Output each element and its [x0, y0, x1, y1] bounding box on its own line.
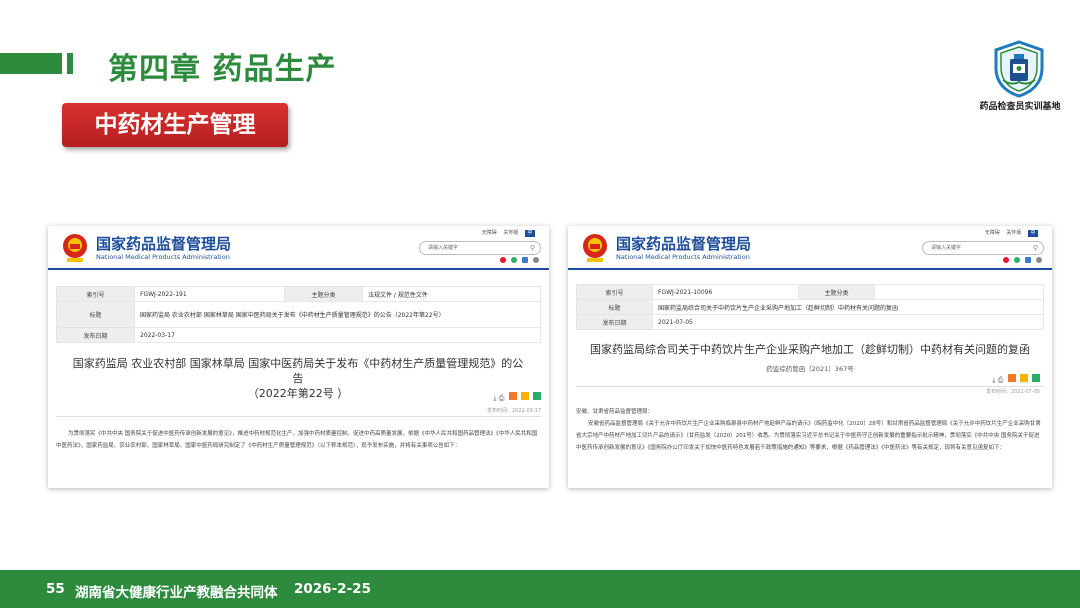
download-icon[interactable]: ⤓ — [493, 394, 496, 402]
wechat-icon[interactable] — [511, 257, 518, 263]
category-value: 法规文件 / 规范性文件 — [362, 286, 541, 302]
footer-org-name: 湖南省大健康行业产教融合共同体 — [75, 585, 278, 601]
category-label: 主题分类 — [284, 286, 363, 302]
document-meta-table: 索引号 FGWJ-2021-10096 主题分类 标题 国家药监局综合司关于中药… — [576, 284, 1044, 330]
share-weibo-icon[interactable] — [1007, 374, 1016, 382]
publish-time: 发布时间：2021-07-05 — [985, 389, 1040, 395]
date-label: 发布日期 — [56, 327, 135, 343]
title-value: 国家药监局 农业农村部 国家林草局 国家中医药局关于发布《中药材生产质量管理规范… — [134, 301, 541, 328]
search-icon[interactable]: ⚲ — [530, 242, 535, 254]
footer-date: 2026-2-25 — [294, 581, 371, 597]
inspector-shield-logo-icon — [994, 40, 1044, 98]
social-icons — [1000, 257, 1042, 265]
national-emblem-icon — [583, 234, 607, 262]
divider — [576, 386, 1044, 387]
user-icon[interactable] — [1036, 257, 1042, 263]
document-screenshot-right: 国家药品监督管理局 National Medical Products Admi… — [568, 226, 1052, 488]
site-name-en: National Medical Products Administration — [96, 253, 230, 261]
document-tools: ⤓ ⎙ — [992, 374, 1040, 385]
site-name: 国家药品监督管理局 — [616, 235, 752, 253]
user-icon[interactable] — [533, 257, 539, 263]
document-body: 安徽省药品监督管理局《关于允许中药饮片生产企业采购临泉县中药材产地趁鲜产品的请示… — [576, 421, 1041, 451]
top-links: 无障碍 关怀版 中 — [477, 229, 535, 237]
search-icon[interactable]: ⚲ — [1033, 242, 1038, 254]
share-wechat-icon[interactable] — [533, 392, 541, 400]
document-heading-line2: （2022年第22号 ） — [247, 387, 349, 400]
title-label: 标题 — [576, 299, 653, 315]
mobile-icon[interactable] — [522, 257, 529, 263]
download-icon[interactable]: ⤓ — [992, 376, 995, 384]
care-version-link[interactable]: 关怀版 — [1006, 230, 1021, 236]
barrier-free-link[interactable]: 无障碍 — [985, 230, 1000, 236]
share-wechat-icon[interactable] — [1032, 374, 1040, 382]
document-body: 为贯彻落实《中共中央 国务院关于促进中医药传承创新发展的意见》，推进中药材规范化… — [56, 431, 538, 449]
category-value — [874, 284, 1044, 300]
national-emblem-icon — [63, 234, 87, 262]
publish-time: 发布时间：2022-03-17 — [486, 408, 541, 414]
date-value: 2022-03-17 — [134, 327, 541, 343]
document-heading-line1: 国家药监局 农业农村部 国家林草局 国家中医药局关于发布《中药材生产质量管理规范… — [72, 357, 524, 385]
weibo-icon[interactable] — [1003, 257, 1010, 263]
index-value: FGWJ-2021-10096 — [652, 284, 799, 300]
header-accent-bar — [0, 53, 62, 74]
document-screenshot-left: 国家药品监督管理局 National Medical Products Admi… — [48, 226, 549, 488]
print-icon[interactable]: ⎙ — [998, 376, 1004, 384]
share-qzone-icon[interactable] — [1019, 374, 1028, 382]
share-qzone-icon[interactable] — [520, 392, 529, 400]
print-icon[interactable]: ⎙ — [499, 394, 505, 402]
site-header: 国家药品监督管理局 National Medical Products Admi… — [48, 226, 549, 270]
barrier-free-link[interactable]: 无障碍 — [482, 230, 497, 236]
category-label: 主题分类 — [798, 284, 875, 300]
search-input[interactable]: 请输入关键字 ⚲ — [922, 241, 1044, 255]
document-salutation: 安徽、甘肃省药品监督管理局： — [576, 409, 654, 415]
weibo-icon[interactable] — [500, 257, 507, 263]
title-value: 国家药监局综合司关于中药饮片生产企业采购产地加工（趁鲜切制）中药材有关问题的复函 — [652, 299, 1044, 315]
search-placeholder: 请输入关键字 — [428, 245, 459, 251]
logo-caption: 药品检查员实训基地 — [979, 102, 1061, 112]
language-box[interactable]: 中 — [525, 230, 535, 237]
care-version-link[interactable]: 关怀版 — [503, 230, 518, 236]
language-box[interactable]: 中 — [1028, 230, 1038, 237]
chapter-title: 第四章 药品生产 — [108, 52, 337, 87]
footer-bar: 55 湖南省大健康行业产教融合共同体 2026-2-25 — [0, 570, 1080, 608]
index-value: FGWJ-2022-191 — [134, 286, 285, 302]
header-accent-bar-small — [67, 53, 73, 74]
site-header: 国家药品监督管理局 National Medical Products Admi… — [568, 226, 1052, 270]
date-label: 发布日期 — [576, 314, 653, 330]
share-weibo-icon[interactable] — [508, 392, 517, 400]
site-name: 国家药品监督管理局 — [96, 235, 232, 253]
divider — [56, 416, 541, 417]
date-value: 2021-07-05 — [652, 314, 1044, 330]
site-name-en: National Medical Products Administration — [616, 253, 750, 261]
document-meta-table: 索引号 FGWJ-2022-191 主题分类 法规文件 / 规范性文件 标题 国… — [56, 286, 541, 343]
section-tag: 中药材生产管理 — [62, 103, 288, 147]
title-label: 标题 — [56, 301, 135, 328]
index-label: 索引号 — [576, 284, 653, 300]
document-heading: 国家药监局综合司关于中药饮片生产企业采购产地加工（趁鲜切制）中药材有关问题的复函 — [590, 343, 1030, 356]
search-placeholder: 请输入关键字 — [931, 245, 962, 251]
top-links: 无障碍 关怀版 中 — [980, 229, 1038, 237]
social-icons — [497, 257, 539, 265]
document-number: 药监综药管函〔2021〕367号 — [766, 365, 854, 373]
wechat-icon[interactable] — [1014, 257, 1021, 263]
document-heading: 国家药监局 农业农村部 国家林草局 国家中医药局关于发布《中药材生产质量管理规范… — [68, 356, 528, 401]
index-label: 索引号 — [56, 286, 135, 302]
search-input[interactable]: 请输入关键字 ⚲ — [419, 241, 541, 255]
mobile-icon[interactable] — [1025, 257, 1032, 263]
document-tools: ⤓ ⎙ — [493, 392, 541, 403]
page-number: 55 — [46, 581, 65, 597]
